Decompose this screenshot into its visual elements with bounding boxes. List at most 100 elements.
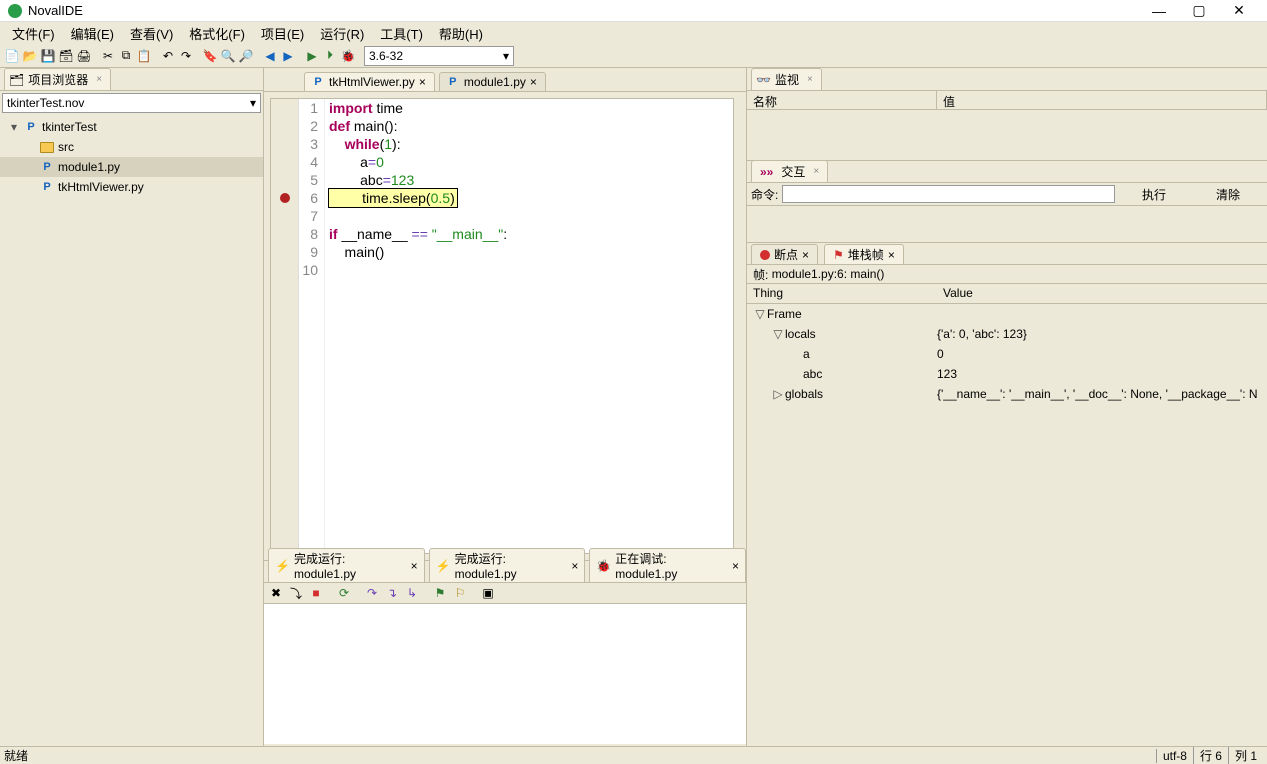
bookmark-icon[interactable]: 🔖 [202,48,218,64]
stop-icon[interactable]: ■ [308,585,324,601]
variable-value: 123 [937,367,1267,381]
step-icon[interactable]: ⤵ [288,585,304,601]
cut-icon[interactable]: ✂ [100,48,116,64]
code-line[interactable]: def main(): [329,117,733,135]
menu-item[interactable]: 文件(F) [4,24,63,43]
menu-item[interactable]: 工具(T) [372,24,431,43]
menu-item[interactable]: 项目(E) [253,24,312,43]
find-replace-icon[interactable]: 🔎 [238,48,254,64]
menu-item[interactable]: 帮助(H) [431,24,491,43]
console-tab[interactable]: ⚡完成运行: module1.py× [268,548,425,582]
editor-tab[interactable]: tkHtmlViewer.py× [304,72,435,91]
code-line[interactable]: while(1): [329,135,733,153]
menu-item[interactable]: 编辑(E) [63,24,122,43]
tree-item[interactable]: ▾tkinterTest [0,117,263,137]
expander-icon[interactable]: ▷ [773,387,783,401]
variable-row[interactable]: ▽locals{'a': 0, 'abc': 123} [747,324,1267,344]
expander-icon[interactable]: ▽ [773,327,783,341]
close-icon[interactable]: × [732,559,739,573]
save-all-icon[interactable]: 🗃 [58,48,74,64]
variable-name: abc [803,367,822,381]
variable-row[interactable]: ▷globals{'__name__': '__main__', '__doc_… [747,384,1267,404]
clear-button[interactable]: 清除 [1193,184,1263,205]
code-editor[interactable]: 12345678910 import timedef main(): while… [270,98,734,554]
code-line[interactable]: import time [329,99,733,117]
continue-icon[interactable]: ⟳ [336,585,352,601]
step-out-icon[interactable]: ↳ [404,585,420,601]
copy-icon[interactable]: ⧉ [118,48,134,64]
python-file-icon [311,75,325,89]
run-icon[interactable]: ▶ [304,48,320,64]
tree-item[interactable]: module1.py [0,157,263,177]
code-line[interactable]: main() [329,243,733,261]
maximize-button[interactable]: ▢ [1179,2,1219,19]
menu-item[interactable]: 查看(V) [122,24,181,43]
search-icon[interactable]: 🔍 [220,48,236,64]
minimize-button[interactable]: — [1139,3,1179,19]
close-console-icon[interactable]: ✖ [268,585,284,601]
expander-icon[interactable]: ▽ [755,307,765,321]
interact-output[interactable] [747,206,1267,242]
expander-icon[interactable]: ▾ [8,120,20,134]
watch-tab[interactable]: 👓 监视 × [751,68,822,90]
save-icon[interactable]: 💾 [40,48,56,64]
code-line[interactable] [329,261,733,279]
code-line[interactable]: abc=123 [329,171,733,189]
run2-icon[interactable]: ⏵ [322,48,338,64]
close-icon[interactable]: × [530,75,537,89]
step-into-icon[interactable]: ↴ [384,585,400,601]
command-input[interactable] [782,185,1115,203]
code-line[interactable] [329,207,733,225]
step-over-icon[interactable]: ↷ [364,585,380,601]
variable-row[interactable]: abc 123 [747,364,1267,384]
print-icon[interactable]: 🖨 [76,48,92,64]
close-icon[interactable]: × [802,248,809,262]
variable-row[interactable]: a0 [747,344,1267,364]
project-explorer-tab[interactable]: 🗂 项目浏览器 × [4,68,111,90]
project-tree[interactable]: ▾tkinterTestsrcmodule1.pytkHtmlViewer.py [0,115,263,746]
paste-icon[interactable]: 📋 [136,48,152,64]
debug-icon[interactable]: 🐞 [340,48,356,64]
python-version-select[interactable]: 3.6-32 ▾ [364,46,514,66]
code-line[interactable]: time.sleep(0.5) [329,189,733,207]
interact-tab[interactable]: »» 交互 × [751,160,828,182]
breakpoint-marker[interactable] [280,193,290,203]
menu-item[interactable]: 格式化(F) [181,24,253,43]
close-icon[interactable]: × [419,75,426,89]
close-icon[interactable]: × [96,74,102,85]
project-dropdown[interactable]: tkinterTest.nov ▾ [2,93,261,113]
tree-item[interactable]: tkHtmlViewer.py [0,177,263,197]
back-icon[interactable]: ◀ [262,48,278,64]
line-number: 5 [299,171,318,189]
close-button[interactable]: ✕ [1219,2,1259,19]
code-line[interactable]: if __name__ == "__main__": [329,225,733,243]
variable-row[interactable]: ▽Frame [747,304,1267,324]
forward-icon[interactable]: ▶ [280,48,296,64]
code-line[interactable]: a=0 [329,153,733,171]
redo-icon[interactable]: ↷ [178,48,194,64]
editor-tab[interactable]: module1.py× [439,72,546,91]
undo-icon[interactable]: ↶ [160,48,176,64]
open-icon[interactable]: 📂 [22,48,38,64]
tree-item[interactable]: src [0,137,263,157]
break-icon[interactable]: ⚑ [432,585,448,601]
watch-body[interactable] [747,110,1267,160]
close-icon[interactable]: × [813,166,819,177]
terminal-icon[interactable]: ▣ [480,585,496,601]
close-icon[interactable]: × [571,559,578,573]
console-tab[interactable]: 🐞正在调试: module1.py× [589,548,746,582]
variables-body[interactable]: ▽Frame▽locals{'a': 0, 'abc': 123}a0 abc 12… [747,304,1267,746]
close-icon[interactable]: × [411,559,418,573]
stackframes-tab[interactable]: ⚑ 堆栈帧 × [824,244,904,264]
execute-button[interactable]: 执行 [1119,184,1189,205]
close-icon[interactable]: × [888,248,895,262]
console-output[interactable] [264,604,746,744]
frame-value: module1.py:6: main() [772,267,885,281]
break2-icon[interactable]: ⚐ [452,585,468,601]
close-icon[interactable]: × [807,74,813,85]
menu-item[interactable]: 运行(R) [312,24,372,43]
console-tab[interactable]: ⚡完成运行: module1.py× [429,548,586,582]
new-file-icon[interactable]: 📄 [4,48,20,64]
breakpoints-tab[interactable]: 断点 × [751,244,818,264]
variables-header: Thing Value [747,284,1267,304]
